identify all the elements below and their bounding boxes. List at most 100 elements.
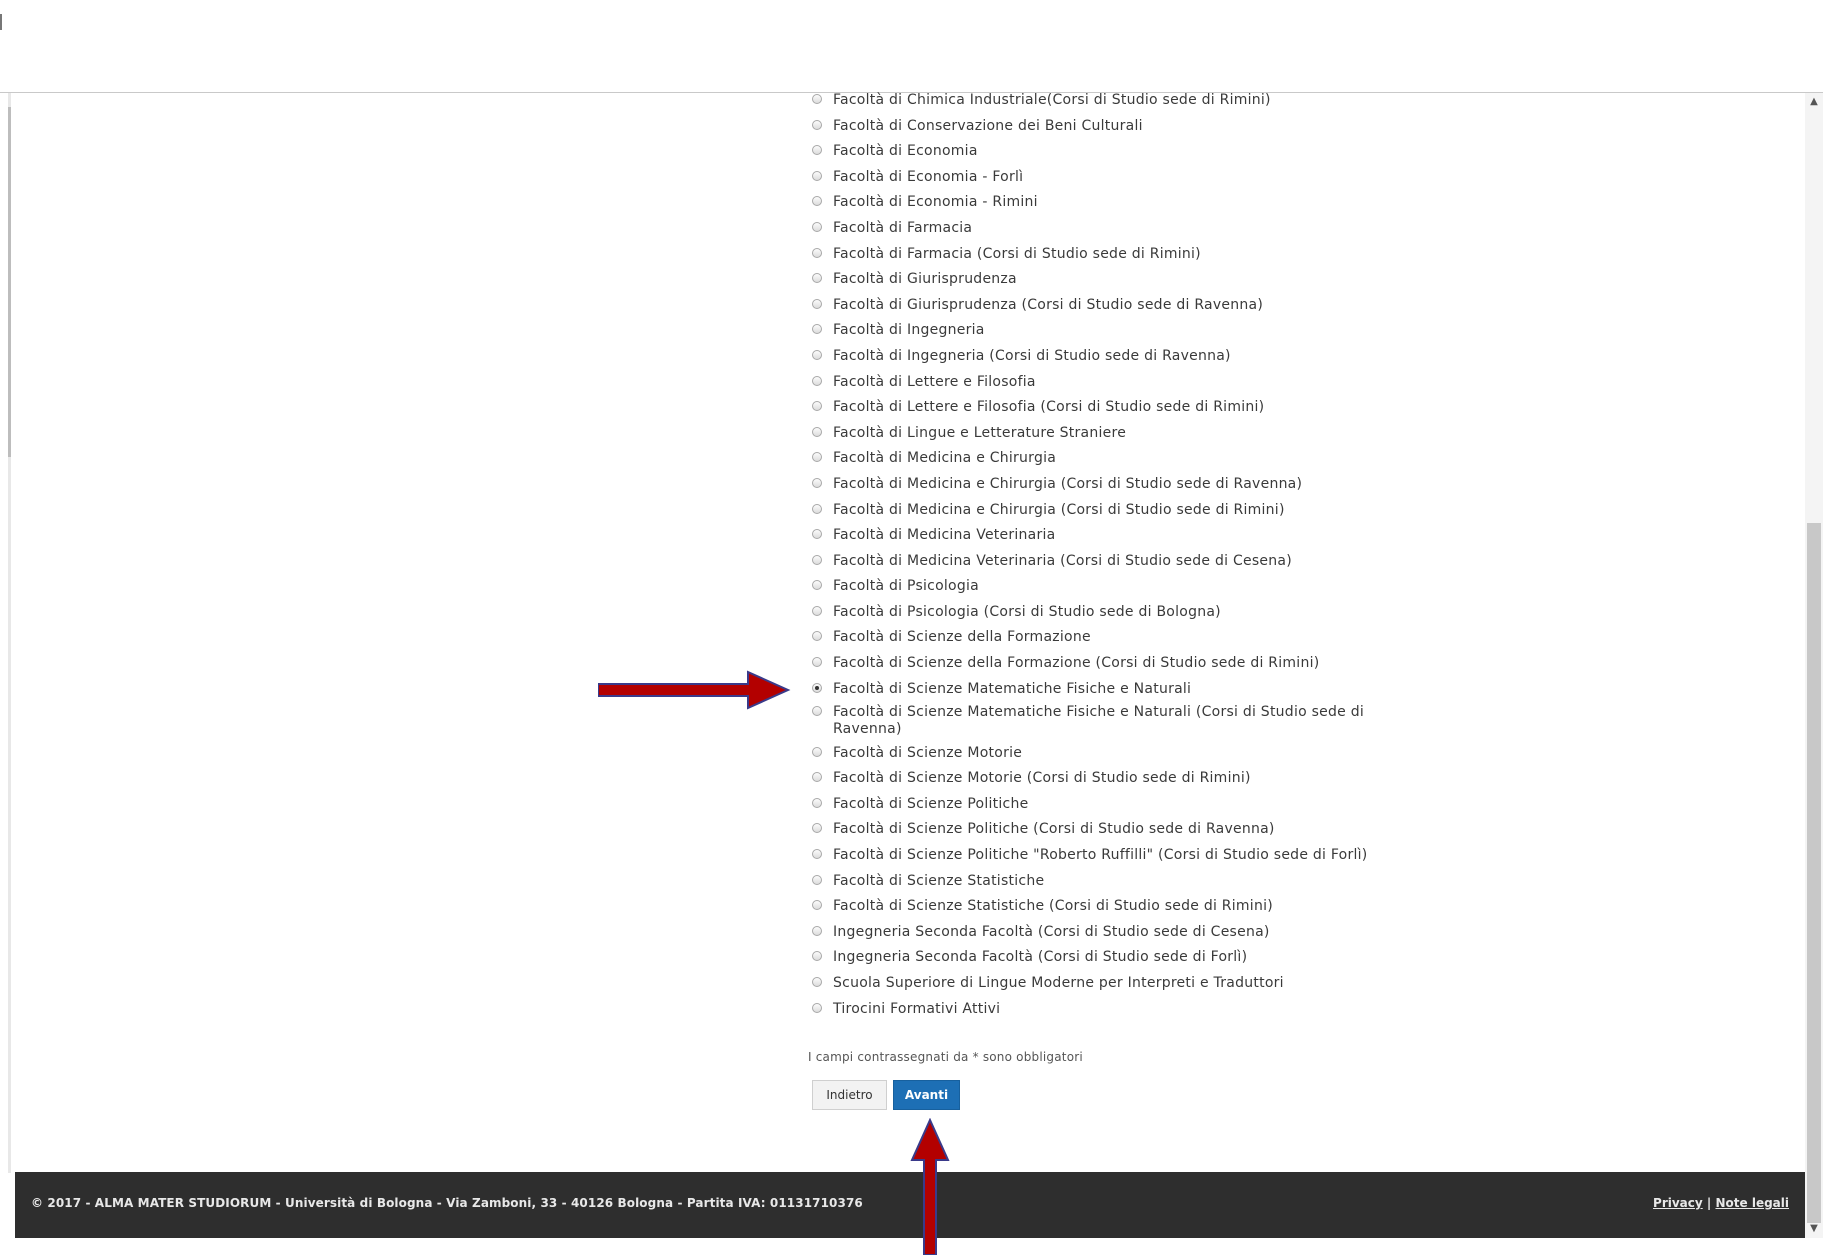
radio-icon[interactable] [812, 554, 822, 565]
faculty-option-label: Facoltà di Medicina e Chirurgia (Corsi d… [833, 475, 1303, 492]
faculty-option[interactable]: Facoltà di Medicina e Chirurgia (Corsi d… [808, 476, 1368, 493]
back-button[interactable]: Indietro [812, 1080, 887, 1110]
radio-icon[interactable] [812, 772, 822, 783]
faculty-option[interactable]: Facoltà di Scienze Matematiche Fisiche e… [808, 704, 1368, 738]
radio-icon[interactable] [812, 196, 822, 207]
faculty-option[interactable]: Facoltà di Ingegneria (Corsi di Studio s… [808, 348, 1368, 365]
page-scrollbar[interactable]: ▲ ▼ [1805, 93, 1823, 1238]
radio-icon[interactable] [812, 375, 822, 386]
faculty-option[interactable]: Ingegneria Seconda Facoltà (Corsi di Stu… [808, 949, 1368, 966]
faculty-option-label: Facoltà di Medicina Veterinaria [833, 527, 1056, 544]
radio-icon[interactable] [812, 823, 822, 834]
faculty-option[interactable]: Scuola Superiore di Lingue Moderne per I… [808, 975, 1368, 992]
faculty-option[interactable]: Facoltà di Scienze Motorie (Corsi di Stu… [808, 770, 1368, 787]
radio-icon[interactable] [812, 874, 822, 885]
faculty-option[interactable]: Facoltà di Scienze Statistiche [808, 873, 1368, 890]
next-button[interactable]: Avanti [893, 1080, 960, 1110]
faculty-option[interactable]: Facoltà di Farmacia [808, 220, 1368, 237]
radio-icon[interactable] [812, 849, 822, 860]
radio-icon[interactable] [812, 746, 822, 757]
faculty-option[interactable]: Facoltà di Medicina e Chirurgia [808, 450, 1368, 467]
radio-icon[interactable] [812, 145, 822, 156]
faculty-option-label: Facoltà di Psicologia [833, 578, 979, 595]
faculty-option[interactable]: Facoltà di Chimica Industriale(Corsi di … [808, 92, 1368, 109]
faculty-option[interactable]: Facoltà di Psicologia (Corsi di Studio s… [808, 604, 1368, 621]
faculty-option[interactable]: Facoltà di Scienze Politiche [808, 796, 1368, 813]
left-edge-scrollbar [8, 93, 11, 1173]
radio-icon[interactable] [812, 247, 822, 258]
faculty-option[interactable]: Facoltà di Scienze Politiche (Corsi di S… [808, 821, 1368, 838]
radio-icon[interactable] [812, 452, 822, 463]
radio-icon[interactable] [812, 705, 822, 716]
privacy-link[interactable]: Privacy [1653, 1196, 1703, 1210]
radio-icon[interactable] [812, 797, 822, 808]
faculty-option-label: Facoltà di Ingegneria (Corsi di Studio s… [833, 347, 1231, 364]
radio-icon[interactable] [812, 119, 822, 130]
faculty-option-label: Facoltà di Scienze della Formazione (Cor… [833, 655, 1320, 672]
radio-icon[interactable] [812, 900, 822, 911]
radio-icon[interactable] [812, 925, 822, 936]
footer-links: Privacy | Note legali [1653, 1196, 1789, 1210]
faculty-option[interactable]: Facoltà di Conservazione dei Beni Cultur… [808, 118, 1368, 135]
faculty-option[interactable]: Facoltà di Medicina Veterinaria (Corsi d… [808, 553, 1368, 570]
scroll-up-icon[interactable]: ▲ [1805, 93, 1823, 111]
annotation-arrow-right-shape [598, 670, 791, 710]
radio-icon[interactable] [812, 529, 822, 540]
radio-icon[interactable] [812, 477, 822, 488]
scrollbar-thumb[interactable] [1807, 523, 1821, 1223]
radio-icon[interactable] [812, 657, 822, 668]
faculty-option[interactable]: Facoltà di Giurisprudenza (Corsi di Stud… [808, 297, 1368, 314]
faculty-option[interactable]: Tirocini Formativi Attivi [808, 1001, 1368, 1018]
radio-icon[interactable] [812, 349, 822, 360]
faculty-option-label: Facoltà di Lingue e Letterature Stranier… [833, 424, 1127, 441]
faculty-option-label: Facoltà di Scienze Politiche [833, 795, 1029, 812]
radio-icon[interactable] [812, 977, 822, 987]
radio-icon[interactable] [812, 580, 822, 591]
faculty-option[interactable]: Facoltà di Scienze della Formazione [808, 629, 1368, 646]
faculty-option[interactable]: Facoltà di Ingegneria [808, 322, 1368, 339]
radio-icon[interactable] [812, 94, 822, 104]
scroll-down-icon[interactable]: ▼ [1805, 1220, 1823, 1238]
faculty-option-label: Tirocini Formativi Attivi [833, 1000, 1001, 1017]
faculty-option[interactable]: Facoltà di Lettere e Filosofia [808, 374, 1368, 391]
faculty-option[interactable]: Facoltà di Medicina e Chirurgia (Corsi d… [808, 502, 1368, 519]
faculty-option-label: Scuola Superiore di Lingue Moderne per I… [833, 975, 1284, 991]
faculty-option-label: Facoltà di Economia - Rimini [833, 194, 1038, 211]
faculty-option[interactable]: Facoltà di Farmacia (Corsi di Studio sed… [808, 246, 1368, 263]
radio-icon[interactable] [812, 951, 822, 962]
radio-icon[interactable] [812, 273, 822, 284]
radio-icon[interactable] [812, 401, 822, 412]
radio-icon[interactable] [812, 426, 822, 437]
faculty-option[interactable]: Facoltà di Scienze Motorie [808, 745, 1368, 762]
faculty-option[interactable]: Facoltà di Medicina Veterinaria [808, 527, 1368, 544]
faculty-option-label: Facoltà di Economia [833, 143, 978, 160]
faculty-option[interactable]: Facoltà di Scienze Politiche "Roberto Ru… [808, 847, 1368, 864]
faculty-option-label: Facoltà di Conservazione dei Beni Cultur… [833, 117, 1143, 134]
footer-copyright: © 2017 - ALMA MATER STUDIORUM - Universi… [31, 1196, 863, 1210]
faculty-option[interactable]: Facoltà di Economia [808, 143, 1368, 160]
faculty-option-label: Facoltà di Scienze Politiche "Roberto Ru… [833, 847, 1368, 864]
faculty-option[interactable]: Facoltà di Lingue e Letterature Stranier… [808, 425, 1368, 442]
faculty-option[interactable]: Facoltà di Psicologia [808, 578, 1368, 595]
radio-icon[interactable] [812, 170, 822, 181]
faculty-option[interactable]: Facoltà di Economia - Forlì [808, 169, 1368, 186]
faculty-option[interactable]: Facoltà di Giurisprudenza [808, 271, 1368, 288]
radio-icon[interactable] [812, 324, 822, 335]
faculty-option[interactable]: Ingegneria Seconda Facoltà (Corsi di Stu… [808, 924, 1368, 941]
faculty-option[interactable]: Facoltà di Scienze Statistiche (Corsi di… [808, 898, 1368, 915]
radio-selected-icon[interactable] [812, 682, 822, 693]
radio-icon[interactable] [812, 221, 822, 232]
left-edge-thumb[interactable] [8, 107, 11, 457]
radio-icon[interactable] [812, 298, 822, 309]
faculty-option[interactable]: Facoltà di Scienze della Formazione (Cor… [808, 655, 1368, 672]
legal-notes-link[interactable]: Note legali [1715, 1196, 1789, 1210]
radio-icon[interactable] [812, 631, 822, 642]
faculty-option[interactable]: Facoltà di Lettere e Filosofia (Corsi di… [808, 399, 1368, 416]
faculty-option-label: Facoltà di Scienze Motorie [833, 744, 1023, 761]
radio-icon[interactable] [812, 1002, 822, 1013]
faculty-option[interactable]: Facoltà di Economia - Rimini [808, 194, 1368, 211]
faculty-option[interactable]: Facoltà di Scienze Matematiche Fisiche e… [808, 681, 1368, 698]
radio-icon[interactable] [812, 605, 822, 616]
radio-icon[interactable] [812, 503, 822, 514]
faculty-option-label: Facoltà di Giurisprudenza (Corsi di Stud… [833, 296, 1264, 313]
